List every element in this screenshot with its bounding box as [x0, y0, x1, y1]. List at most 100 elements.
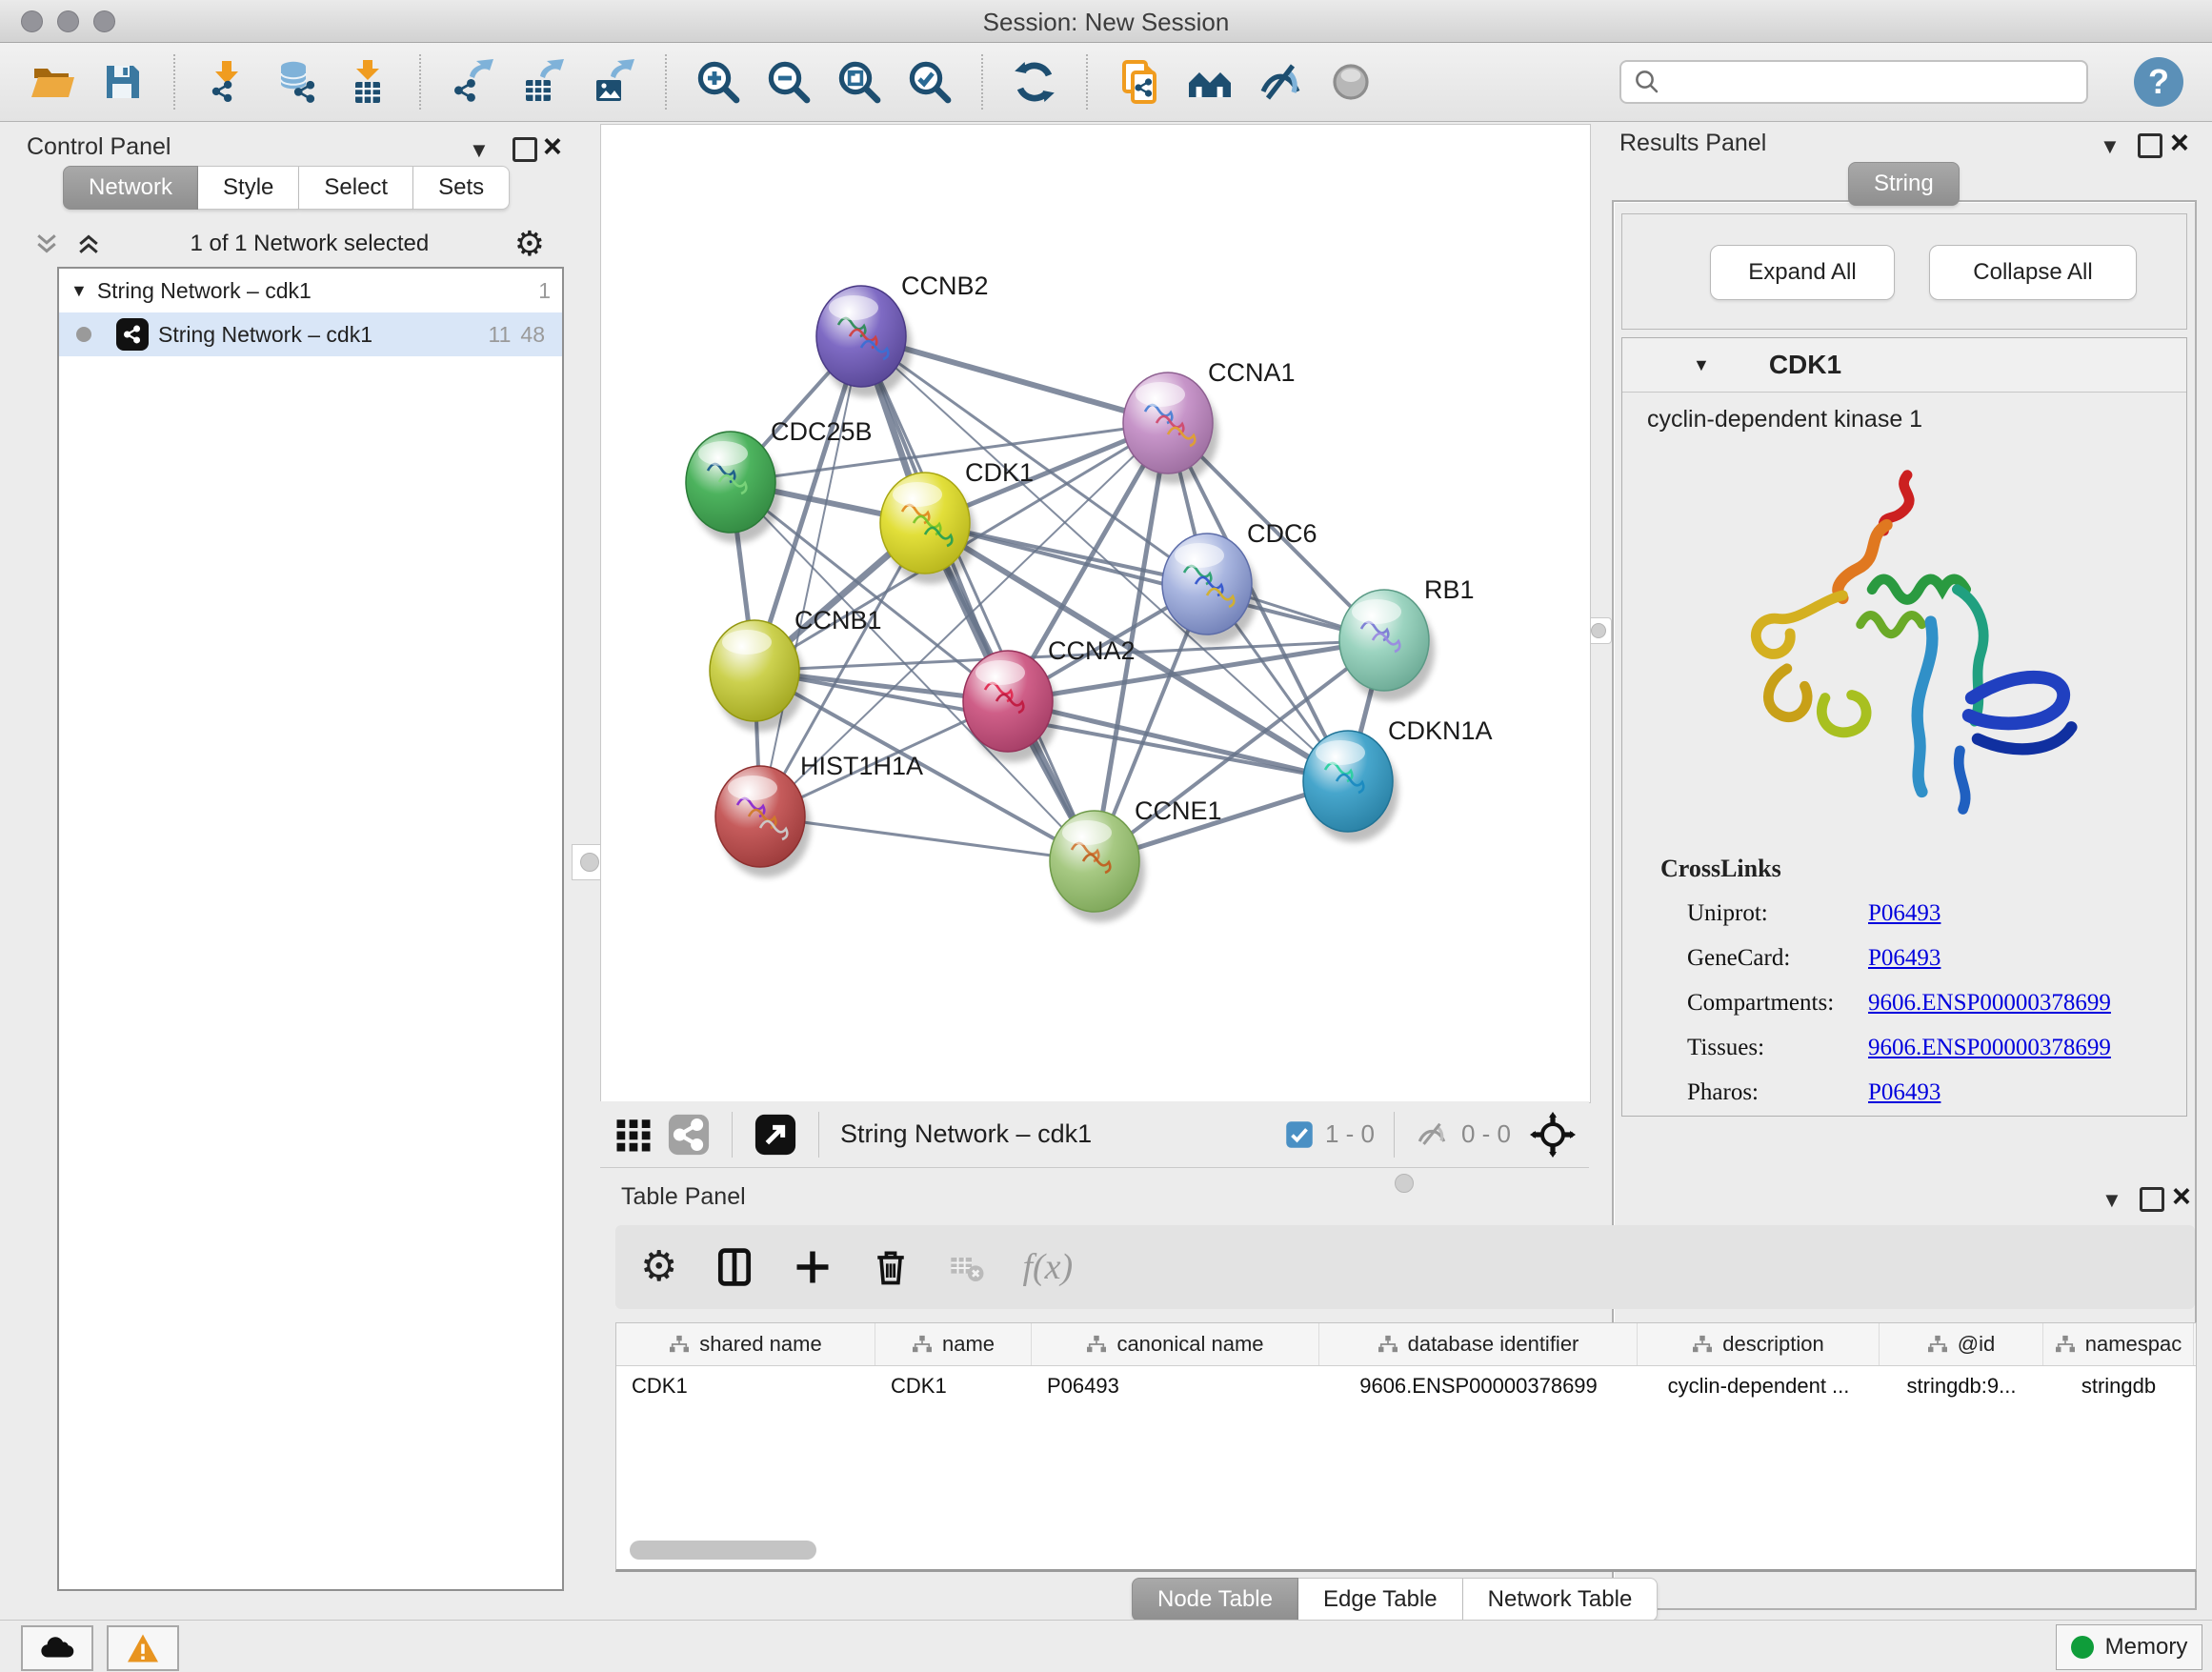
node-CCNE1[interactable]: CCNE1 [1050, 796, 1222, 922]
add-column-icon[interactable] [792, 1246, 834, 1288]
table-cell[interactable]: 9606.ENSP00000378699 [1319, 1366, 1638, 1406]
share-network-icon[interactable] [667, 1113, 711, 1157]
string-network-graph[interactable]: CCNB2CCNA1CDC25BCDK1CDC6RB1CCNB1CCNA2CDK… [601, 125, 1590, 1102]
node-CDK1[interactable]: CDK1 [880, 458, 1034, 584]
column-header-shared-name[interactable]: shared name [616, 1323, 875, 1365]
refresh-view-button[interactable] [1010, 57, 1059, 107]
tab-select[interactable]: Select [299, 166, 413, 210]
results-panel-close-button[interactable]: × [2170, 131, 2189, 154]
hidden-eye-icon[interactable] [1414, 1118, 1450, 1151]
cdk1-section-header[interactable]: ▼ CDK1 [1622, 338, 2186, 393]
tab-style[interactable]: Style [198, 166, 299, 210]
network-tree: ▼ String Network – cdk1 1 String Network… [57, 267, 564, 1591]
control-panel-float-button[interactable] [513, 137, 537, 167]
table-panel-float-button[interactable] [2140, 1187, 2164, 1217]
open-in-new-window-icon[interactable] [754, 1113, 797, 1157]
function-builder-icon: f(x) [1022, 1246, 1073, 1288]
column-header--id[interactable]: @id [1880, 1323, 2043, 1365]
node-CDC6[interactable]: CDC6 [1162, 519, 1317, 645]
node-table[interactable]: shared namenamecanonical namedatabase id… [615, 1322, 2197, 1572]
hide-graphics-button[interactable] [1256, 57, 1305, 107]
crosslink-link[interactable]: 9606.ENSP00000378699 [1868, 1035, 2111, 1061]
node-label-HIST1H1A: HIST1H1A [800, 752, 923, 780]
edge-CCNB2-CCNE1[interactable] [861, 336, 1095, 861]
tab-node-table[interactable]: Node Table [1132, 1578, 1298, 1622]
node-CDKN1A[interactable]: CDKN1A [1303, 716, 1493, 842]
node-HIST1H1A[interactable]: HIST1H1A [715, 752, 923, 877]
selected-checkbox-icon[interactable] [1285, 1120, 1314, 1149]
column-header-namespac[interactable]: namespac [2043, 1323, 2194, 1365]
warnings-button[interactable] [107, 1625, 179, 1671]
tab-network-table[interactable]: Network Table [1463, 1578, 1659, 1622]
column-header-name[interactable]: name [875, 1323, 1032, 1365]
help-button[interactable]: ? [2134, 57, 2183, 107]
collapse-all-icon[interactable] [30, 230, 63, 258]
node-RB1[interactable]: RB1 [1339, 575, 1475, 701]
node-CCNB2[interactable]: CCNB2 [816, 272, 989, 397]
results-panel-menu-icon[interactable]: ▼ [2100, 135, 2121, 158]
table-cell[interactable]: P06493 [1032, 1366, 1319, 1406]
control-panel-close-button[interactable]: × [543, 135, 562, 158]
crosslink-link[interactable]: P06493 [1868, 900, 1941, 927]
tab-sets[interactable]: Sets [413, 166, 510, 210]
network-view-canvas[interactable]: CCNB2CCNA1CDC25BCDK1CDC6RB1CCNB1CCNA2CDK… [600, 124, 1591, 1103]
zoom-selected-button[interactable] [905, 57, 955, 107]
open-session-button[interactable] [27, 57, 76, 107]
table-cell[interactable]: CDK1 [616, 1366, 875, 1406]
collapse-all-button[interactable]: Collapse All [1929, 245, 2137, 300]
memory-button[interactable]: Memory [2056, 1624, 2202, 1670]
collapse-triangle-icon[interactable]: ▼ [70, 281, 88, 301]
edge-CCNA2-CDKN1A[interactable] [1008, 701, 1348, 781]
export-network-button[interactable] [448, 57, 497, 107]
node-CCNB1[interactable]: CCNB1 [710, 606, 882, 732]
save-session-button[interactable] [97, 57, 147, 107]
table-cell[interactable]: stringdb:9... [1880, 1366, 2043, 1406]
import-table-button[interactable] [343, 57, 392, 107]
crosslink-link[interactable]: P06493 [1868, 945, 1941, 972]
table-cell[interactable]: stringdb [2043, 1366, 2194, 1406]
zoom-out-button[interactable] [764, 57, 814, 107]
expand-all-button[interactable]: Expand All [1710, 245, 1895, 300]
tab-edge-table[interactable]: Edge Table [1298, 1578, 1463, 1622]
table-panel-close-button[interactable]: × [2172, 1185, 2191, 1208]
table-panel-menu-icon[interactable]: ▼ [2101, 1189, 2122, 1212]
cloud-button[interactable] [21, 1625, 93, 1671]
node-CDC25B[interactable]: CDC25B [686, 417, 873, 543]
crosslink-link[interactable]: 9606.ENSP00000378699 [1868, 990, 2111, 1017]
network-row[interactable]: String Network – cdk1 11 48 [59, 312, 562, 356]
search-input[interactable] [1669, 68, 2075, 96]
crosslink-link[interactable]: P06493 [1868, 1079, 1941, 1106]
import-database-button[interactable] [272, 57, 322, 107]
tab-network[interactable]: Network [63, 166, 198, 210]
fit-selection-crosshair-icon[interactable] [1530, 1112, 1576, 1158]
column-header-description[interactable]: description [1638, 1323, 1880, 1365]
crosslink-row: GeneCard: P06493 [1687, 936, 2186, 980]
string-home-button[interactable] [1185, 57, 1235, 107]
show-columns-icon[interactable] [714, 1246, 755, 1288]
expand-all-icon[interactable] [72, 230, 105, 258]
zoom-in-button[interactable] [694, 57, 743, 107]
tab-string[interactable]: String [1848, 162, 1960, 206]
section-collapse-triangle-icon[interactable]: ▼ [1693, 355, 1710, 375]
results-panel-float-button[interactable] [2138, 133, 2162, 163]
column-header-canonical-name[interactable]: canonical name [1032, 1323, 1319, 1365]
column-header-database-identifier[interactable]: database identifier [1319, 1323, 1638, 1365]
control-panel-menu-icon[interactable]: ▼ [469, 139, 490, 162]
delete-column-icon[interactable] [870, 1246, 912, 1288]
network-options-gear-icon[interactable]: ⚙ [514, 227, 545, 261]
copy-network-button[interactable] [1115, 57, 1164, 107]
edge-CCNB2-HIST1H1A[interactable] [760, 336, 861, 816]
network-collection-row[interactable]: ▼ String Network – cdk1 1 [59, 269, 562, 312]
table-cell[interactable]: CDK1 [875, 1366, 1032, 1406]
export-table-button[interactable] [518, 57, 568, 107]
import-network-button[interactable] [202, 57, 251, 107]
table-row[interactable]: CDK1CDK1P064939606.ENSP00000378699cyclin… [616, 1366, 2196, 1406]
export-image-button[interactable] [589, 57, 638, 107]
birdseye-grid-icon[interactable] [613, 1115, 654, 1155]
show-details-button[interactable] [1326, 57, 1376, 107]
table-options-gear-icon[interactable]: ⚙ [640, 1246, 677, 1288]
table-hscrollbar-thumb[interactable] [630, 1541, 816, 1560]
zoom-fit-button[interactable] [835, 57, 884, 107]
node-CCNA2[interactable]: CCNA2 [963, 636, 1136, 762]
table-cell[interactable]: cyclin-dependent ... [1638, 1366, 1880, 1406]
